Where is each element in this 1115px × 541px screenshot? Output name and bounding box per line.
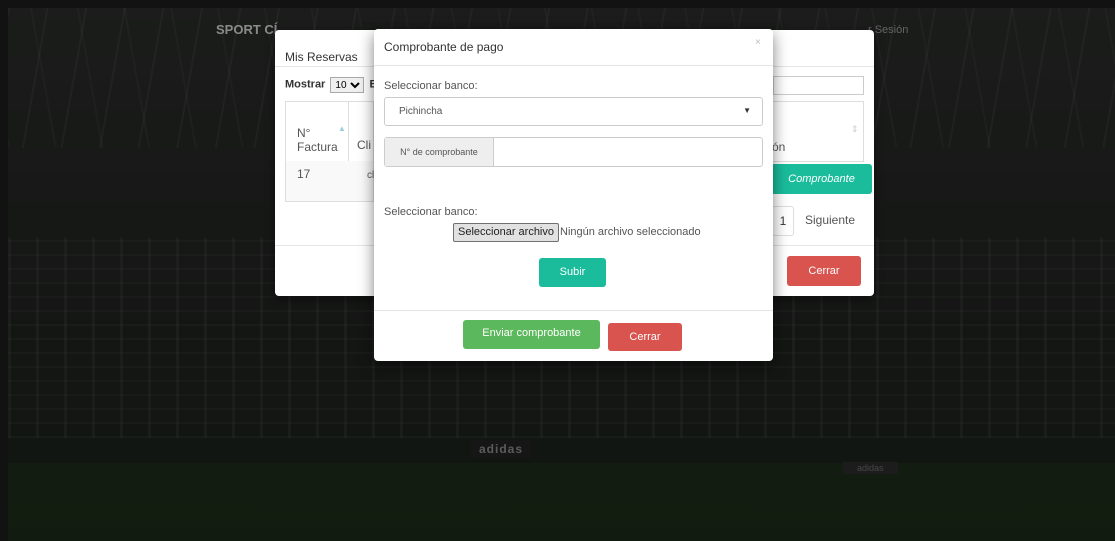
bank-select-value: Pichincha: [399, 106, 443, 117]
pagination-next[interactable]: Siguiente: [799, 206, 861, 234]
receipt-number-input[interactable]: [494, 138, 762, 166]
column-header-cliente-label: Cli: [357, 138, 371, 152]
column-header-factura[interactable]: N° Factura ▲: [285, 101, 349, 162]
comprobante-footer-divider: [374, 310, 773, 311]
bank-select-label: Seleccionar banco:: [384, 80, 478, 92]
receipt-input-group: N° de comprobante: [384, 137, 763, 167]
column-header-accion[interactable]: ón ⇕: [772, 101, 864, 162]
file-status-text: Ningún archivo seleccionado: [560, 226, 701, 238]
comprobante-modal: Comprobante de pago × Seleccionar banco:…: [374, 29, 773, 361]
entries-length-select[interactable]: 10: [330, 77, 365, 93]
close-icon[interactable]: ×: [755, 37, 761, 48]
table-cell-cliente: clierclier: [347, 161, 385, 202]
column-header-cliente[interactable]: Cli: [347, 101, 374, 162]
chevron-down-icon: ▼: [743, 106, 751, 115]
comprobante-modal-title: Comprobante de pago: [384, 40, 504, 54]
column-header-accion-label: ón: [772, 140, 786, 154]
entries-length-label: Mostrar: [285, 78, 326, 91]
upload-button[interactable]: Subir: [539, 258, 606, 287]
comprobante-button[interactable]: Comprobante: [771, 164, 872, 194]
choose-file-button[interactable]: Seleccionar archivo: [453, 223, 559, 242]
file-upload-label: Seleccionar banco:: [384, 206, 478, 218]
table-cell-factura: 17: [285, 161, 349, 202]
reservas-close-button[interactable]: Cerrar: [787, 256, 861, 286]
table-search-input[interactable]: [773, 76, 864, 95]
reservas-modal-title: Mis Reservas: [285, 50, 358, 64]
send-receipt-button[interactable]: Enviar comprobante: [463, 320, 600, 349]
receipt-addon-label: N° de comprobante: [385, 138, 494, 166]
bank-select[interactable]: Pichincha ▼: [384, 97, 763, 126]
sort-asc-icon: ▲: [338, 124, 346, 133]
pagination-page-1[interactable]: 1: [772, 206, 794, 236]
comprobante-close-button[interactable]: Cerrar: [608, 323, 682, 351]
factura-number: 17: [297, 167, 311, 181]
sort-icon: ⇕: [851, 124, 859, 134]
entries-length-control: Mostrar 10 Er: [285, 77, 381, 93]
